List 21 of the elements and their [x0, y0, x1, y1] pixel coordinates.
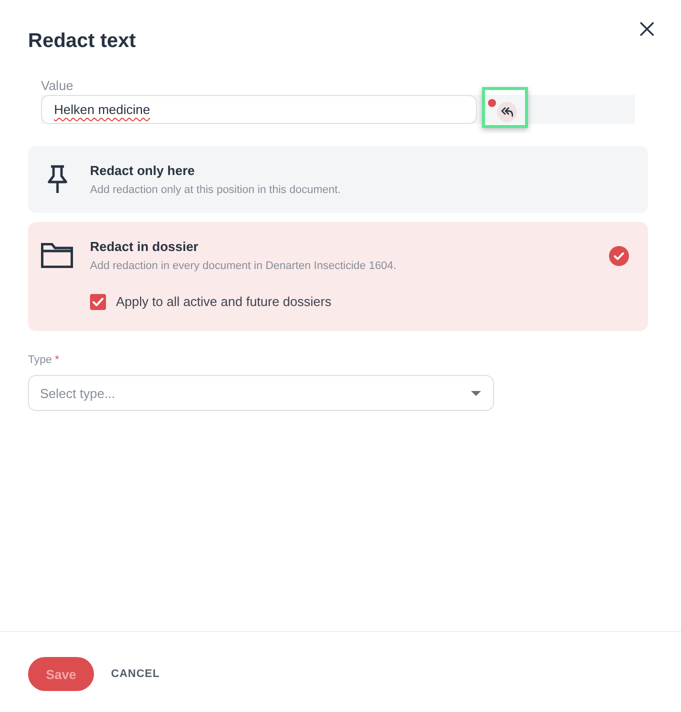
option-card[interactable]: Redact in dossier Add redaction in every document in Denarten Insecticide 1604. Apply to all active and future dossiers — [28, 222, 648, 331]
required-mark: * — [54, 353, 60, 367]
value-input[interactable]: Helken medicine — [41, 95, 477, 124]
checkbox[interactable] — [90, 294, 106, 310]
close-icon[interactable] — [640, 22, 654, 36]
option-card[interactable]: Redact only here Add redaction only at this position in this document. — [28, 146, 648, 213]
revert-button[interactable] — [497, 102, 517, 122]
option-description: Add redaction in every document in Denarten Insecticide 1604. — [90, 259, 398, 273]
check-circle-icon — [609, 246, 629, 266]
double-reply-arrow-icon — [501, 107, 513, 117]
field-label: Type — [28, 353, 52, 367]
field-label: Value — [41, 78, 74, 94]
cancel-button[interactable]: CANCEL — [111, 668, 160, 680]
pushpin-icon — [46, 165, 68, 194]
option-title: Redact only here — [90, 162, 196, 179]
option-title: Redact in dossier — [90, 238, 200, 255]
caret-icon — [471, 390, 481, 396]
option-description: Add redaction only at this position in this document. — [90, 183, 342, 197]
checkbox-label: Apply to all active and future dossiers — [116, 294, 332, 310]
folder-icon — [41, 243, 73, 268]
dialog-title: Redact text — [28, 29, 136, 54]
